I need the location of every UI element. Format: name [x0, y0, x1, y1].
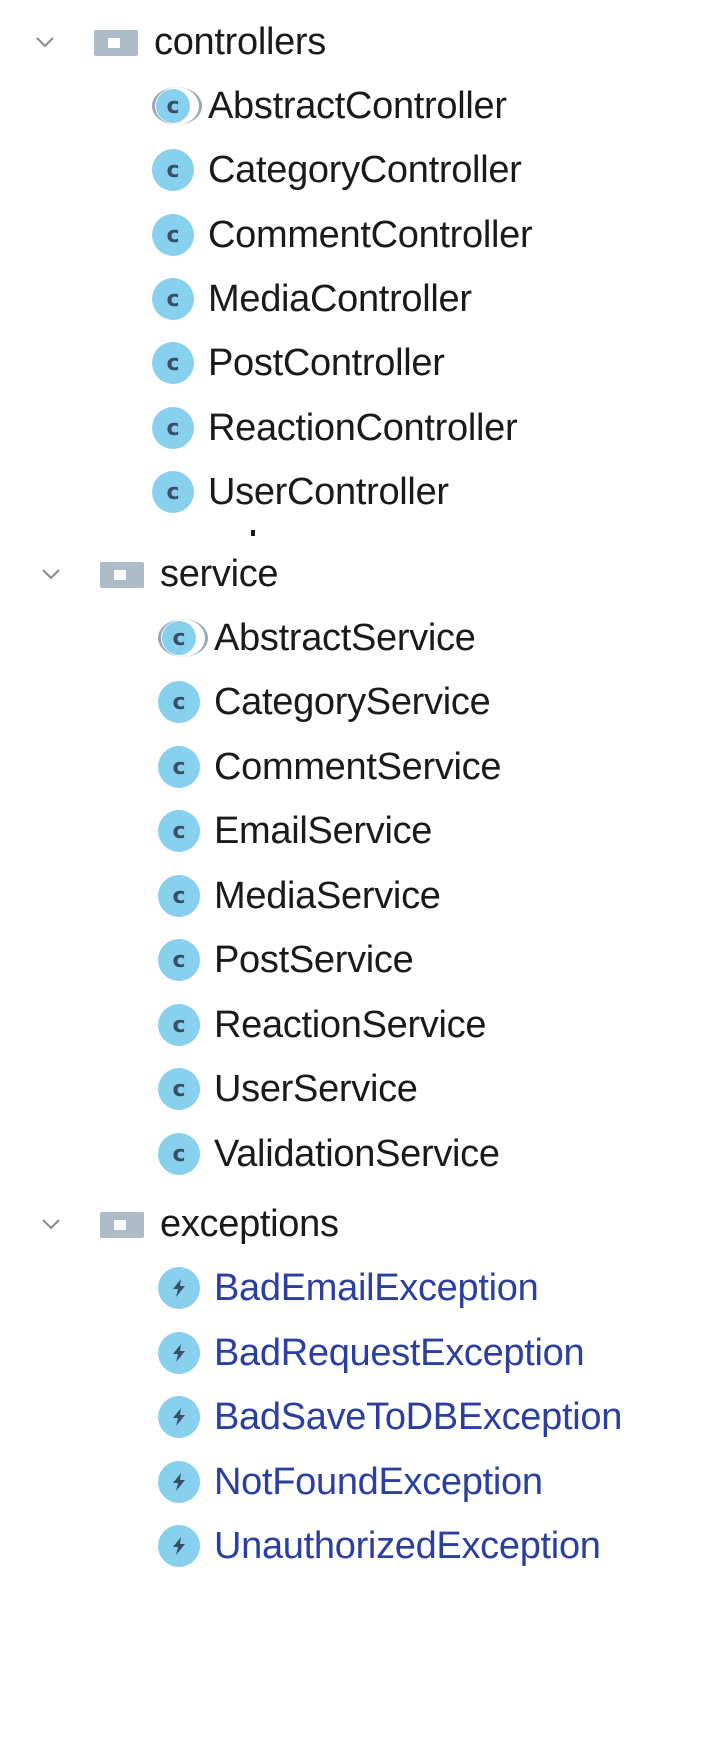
tree-item[interactable]: NotFoundException — [158, 1454, 543, 1510]
item-label: MediaService — [214, 874, 441, 917]
tree-item[interactable]: c ReactionService — [158, 997, 487, 1053]
item-label: BadEmailException — [214, 1266, 539, 1309]
item-label: ValidationService — [214, 1132, 500, 1175]
item-label: PostService — [214, 938, 414, 981]
item-label: ReactionService — [214, 1003, 487, 1046]
item-label: MediaController — [208, 277, 472, 320]
folder-label: exceptions — [160, 1202, 339, 1245]
class-icon: c — [158, 939, 200, 981]
exception-icon — [158, 1396, 200, 1438]
tree-item[interactable]: c PostController — [152, 335, 445, 391]
folder-exceptions[interactable]: exceptions — [40, 1196, 339, 1252]
abstract-class-icon: c — [152, 85, 202, 127]
class-icon: c — [158, 810, 200, 852]
tree-item[interactable]: c CommentController — [152, 207, 533, 263]
class-icon: c — [158, 681, 200, 723]
class-icon: c — [158, 1068, 200, 1110]
tree-item[interactable]: c PostService — [158, 932, 414, 988]
class-icon: c — [152, 214, 194, 256]
item-label: CommentService — [214, 745, 502, 788]
class-icon: c — [158, 875, 200, 917]
item-label: PostController — [208, 341, 445, 384]
item-label: BadSaveToDBException — [214, 1395, 623, 1438]
stray-dot — [251, 530, 255, 536]
tree-item[interactable]: c UserController — [152, 464, 449, 520]
exception-icon — [158, 1461, 200, 1503]
tree-item[interactable]: c ValidationService — [158, 1126, 500, 1182]
item-label: UserController — [208, 470, 449, 513]
exception-icon — [158, 1332, 200, 1374]
item-label: BadRequestException — [214, 1331, 585, 1374]
folder-service[interactable]: service — [40, 546, 279, 602]
tree-item[interactable]: c CommentService — [158, 739, 502, 795]
tree-item[interactable]: UnauthorizedException — [158, 1518, 601, 1574]
item-label: AbstractService — [214, 616, 476, 659]
tree-item[interactable]: c EmailService — [158, 803, 432, 859]
tree-item[interactable]: BadEmailException — [158, 1260, 539, 1316]
class-icon: c — [152, 342, 194, 384]
class-icon: c — [158, 1004, 200, 1046]
tree-item[interactable]: c UserService — [158, 1061, 418, 1117]
class-icon: c — [158, 1133, 200, 1175]
chevron-down-icon[interactable] — [40, 563, 62, 585]
item-label: NotFoundException — [214, 1460, 543, 1503]
folder-icon — [100, 1208, 144, 1240]
item-label: AbstractController — [208, 84, 507, 127]
class-icon: c — [152, 149, 194, 191]
folder-label: service — [160, 552, 279, 595]
exception-icon — [158, 1267, 200, 1309]
chevron-down-icon[interactable] — [34, 31, 56, 53]
item-label: EmailService — [214, 809, 433, 852]
folder-controllers[interactable]: controllers — [34, 14, 326, 70]
tree-item[interactable]: c CategoryController — [152, 142, 522, 198]
class-icon: c — [152, 471, 194, 513]
folder-label: controllers — [154, 20, 326, 63]
tree-item[interactable]: c MediaService — [158, 868, 441, 924]
class-icon: c — [158, 746, 200, 788]
class-icon: c — [152, 407, 194, 449]
abstract-class-icon: c — [158, 617, 208, 659]
class-icon: c — [152, 278, 194, 320]
tree-item[interactable]: c MediaController — [152, 271, 472, 327]
tree-item[interactable]: BadSaveToDBException — [158, 1389, 622, 1445]
chevron-down-icon[interactable] — [40, 1213, 62, 1235]
item-label: CommentController — [208, 213, 533, 256]
tree-item[interactable]: c CategoryService — [158, 674, 491, 730]
project-tree: controllers c AbstractController c Categ… — [0, 0, 704, 1744]
tree-item[interactable]: c AbstractService — [158, 610, 476, 666]
tree-item[interactable]: BadRequestException — [158, 1325, 585, 1381]
tree-item[interactable]: c AbstractController — [152, 78, 507, 134]
folder-icon — [94, 26, 138, 58]
item-label: ReactionController — [208, 406, 518, 449]
tree-item[interactable]: c ReactionController — [152, 400, 518, 456]
item-label: UnauthorizedException — [214, 1524, 601, 1567]
item-label: CategoryController — [208, 148, 522, 191]
exception-icon — [158, 1525, 200, 1567]
item-label: CategoryService — [214, 680, 491, 723]
item-label: UserService — [214, 1067, 418, 1110]
folder-icon — [100, 558, 144, 590]
